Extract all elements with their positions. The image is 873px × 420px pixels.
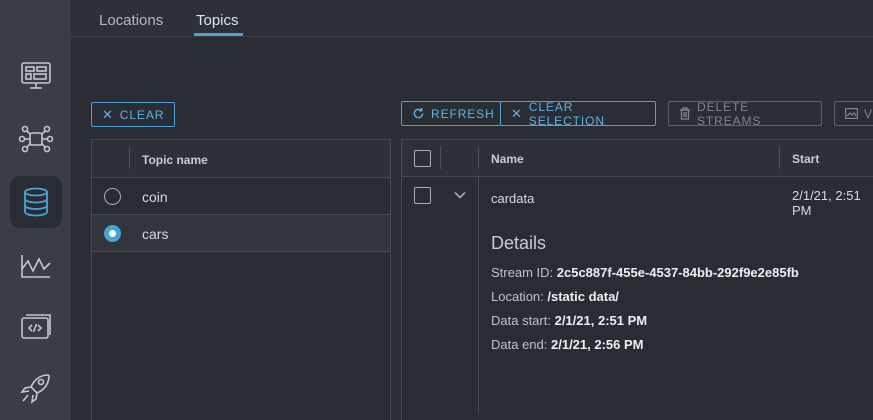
topic-radio[interactable] bbox=[104, 225, 121, 242]
refresh-button[interactable]: REFRESH bbox=[401, 101, 501, 126]
stream-name: cardata bbox=[491, 191, 535, 206]
stream-table: Name Start cardata 2/1/21, 2:51 PM Detai… bbox=[401, 139, 873, 420]
table-row[interactable]: cars bbox=[92, 215, 390, 252]
detail-location: Location: /static data/ bbox=[491, 289, 619, 304]
topic-table: Topic name coin cars bbox=[91, 139, 391, 420]
trash-icon bbox=[679, 107, 691, 120]
column-separator bbox=[440, 147, 441, 169]
sidebar-item-visualize[interactable] bbox=[10, 239, 62, 291]
visualize-button-label: V bbox=[864, 106, 873, 121]
column-separator bbox=[779, 147, 780, 169]
dashboard-icon bbox=[21, 62, 51, 89]
active-tab-indicator bbox=[194, 33, 243, 36]
detail-stream-id: Stream ID: 2c5c887f-455e-4537-84bb-292f9… bbox=[491, 265, 799, 280]
name-column-header[interactable]: Name bbox=[491, 152, 524, 166]
details-title: Details bbox=[491, 233, 547, 253]
start-column-header[interactable]: Start bbox=[792, 152, 819, 166]
sidebar-item-network[interactable] bbox=[10, 113, 62, 165]
refresh-icon bbox=[412, 107, 425, 120]
row-divider bbox=[478, 177, 479, 413]
detail-value: 2/1/21, 2:51 PM bbox=[554, 313, 648, 328]
rocket-icon bbox=[20, 374, 50, 404]
delete-streams-button-label: DELETE STREAMS bbox=[697, 99, 762, 128]
delete-streams-button[interactable]: DELETE STREAMS bbox=[668, 99, 822, 128]
detail-value: /static data/ bbox=[547, 289, 619, 304]
close-icon: ✕ bbox=[511, 105, 523, 121]
detail-data-start: Data start: 2/1/21, 2:51 PM bbox=[491, 313, 647, 328]
column-separator bbox=[129, 147, 130, 169]
tab-bar: Locations Topics bbox=[71, 0, 873, 37]
code-window-icon bbox=[21, 314, 51, 339]
topic-label: cars bbox=[142, 226, 169, 242]
detail-label: Location: bbox=[491, 289, 544, 304]
sidebar-item-dashboard[interactable] bbox=[10, 50, 62, 102]
tab-locations[interactable]: Locations bbox=[99, 12, 163, 29]
database-icon bbox=[24, 187, 48, 217]
image-icon bbox=[845, 108, 858, 119]
detail-value: 2/1/21, 2:56 PM bbox=[551, 337, 644, 352]
topic-label: coin bbox=[142, 189, 168, 205]
refresh-button-label: REFRESH bbox=[431, 106, 495, 121]
topic-radio[interactable] bbox=[104, 188, 121, 205]
select-all-checkbox[interactable] bbox=[414, 150, 431, 167]
sidebar bbox=[0, 0, 71, 420]
network-icon bbox=[18, 125, 54, 153]
clear-selection-button[interactable]: ✕ CLEAR SELECTION bbox=[500, 99, 656, 128]
row-checkbox[interactable] bbox=[414, 187, 431, 204]
table-row[interactable]: cardata 2/1/21, 2:51 PM Details Stream I… bbox=[402, 177, 873, 420]
stream-start: 2/1/21, 2:51 PM bbox=[792, 188, 861, 218]
sidebar-item-deploy[interactable] bbox=[10, 362, 62, 414]
sidebar-item-data[interactable] bbox=[10, 176, 62, 228]
column-separator bbox=[478, 147, 479, 169]
clear-button[interactable]: ✕ CLEAR bbox=[91, 102, 175, 127]
detail-value: 2c5c887f-455e-4537-84bb-292f9e2e85fb bbox=[556, 265, 799, 280]
stream-table-header: Name Start bbox=[402, 140, 873, 177]
topic-name-column-header[interactable]: Topic name bbox=[142, 153, 208, 167]
detail-data-end: Data end: 2/1/21, 2:56 PM bbox=[491, 337, 644, 352]
visualize-button[interactable]: V bbox=[834, 101, 873, 126]
clear-button-label: CLEAR bbox=[119, 107, 165, 122]
sidebar-item-develop[interactable] bbox=[10, 302, 62, 354]
waveform-icon bbox=[21, 255, 51, 278]
topic-table-header: Topic name bbox=[92, 140, 390, 178]
detail-label: Data start: bbox=[491, 313, 551, 328]
table-row[interactable]: coin bbox=[92, 178, 390, 215]
clear-selection-button-label: CLEAR SELECTION bbox=[528, 99, 605, 128]
detail-label: Stream ID: bbox=[491, 265, 554, 280]
tab-topics[interactable]: Topics bbox=[196, 12, 239, 29]
close-icon: ✕ bbox=[102, 106, 114, 122]
chevron-down-icon[interactable] bbox=[453, 188, 467, 202]
detail-label: Data end: bbox=[491, 337, 548, 352]
